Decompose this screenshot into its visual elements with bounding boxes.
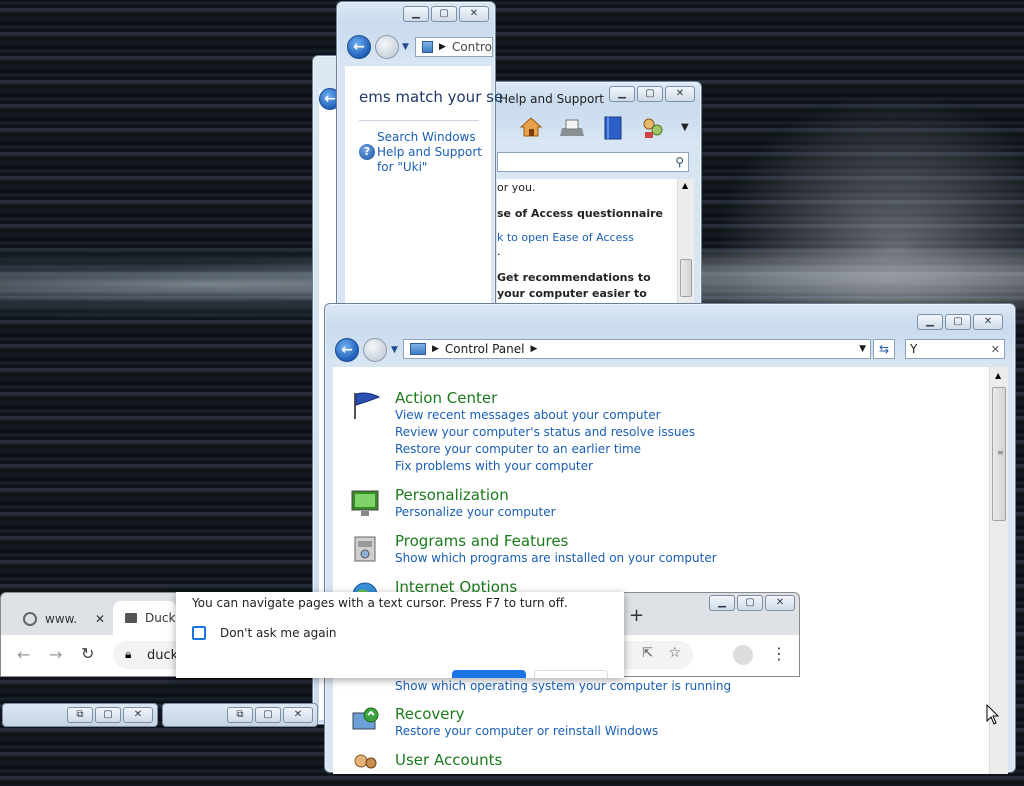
cancel-button[interactable] xyxy=(534,670,608,678)
minimized-window[interactable]: ⧉ ▢ ✕ xyxy=(2,703,158,727)
user-accounts-icon xyxy=(349,751,381,783)
reload-icon[interactable]: ↻ xyxy=(81,644,94,663)
chevron-down-icon[interactable]: ▼ xyxy=(391,345,398,355)
new-tab-button[interactable]: + xyxy=(629,605,644,626)
address-bar[interactable]: ▶ Control Panel ▶ ▼ xyxy=(403,339,871,359)
action-center-link[interactable]: Restore your computer to an earlier time xyxy=(395,441,695,458)
star-icon[interactable]: ☆ xyxy=(668,645,681,661)
restore-button[interactable]: ⧉ xyxy=(227,707,253,723)
ok-button[interactable] xyxy=(452,670,526,678)
action-center-icon xyxy=(349,389,381,421)
address-bar[interactable]: ▶ Contro xyxy=(415,37,493,57)
clear-search-icon[interactable]: ✕ xyxy=(991,343,1000,356)
control-panel-icon xyxy=(422,41,434,53)
programs-icon xyxy=(349,533,381,565)
caption-buttons: ⧉ ▢ ✕ xyxy=(225,707,313,723)
forward-button[interactable] xyxy=(375,35,399,59)
back-button[interactable]: ← xyxy=(347,35,371,59)
category-action-center: Action Center View recent messages about… xyxy=(395,389,695,475)
close-button[interactable]: ✕ xyxy=(459,6,489,22)
forward-arrow-icon[interactable]: → xyxy=(49,645,62,664)
maximize-button[interactable]: ▢ xyxy=(255,707,281,723)
lock-icon: 🔒︎ xyxy=(125,647,132,661)
chevron-down-icon[interactable]: ▼ xyxy=(402,42,409,52)
action-center-link[interactable]: View recent messages about your computer xyxy=(395,407,695,424)
minimize-button[interactable]: ▁ xyxy=(917,314,943,330)
help-scrollbar[interactable]: ▲ xyxy=(677,179,694,304)
restore-button[interactable]: ⧉ xyxy=(67,707,93,723)
close-button[interactable]: ✕ xyxy=(973,314,1003,330)
minimized-window[interactable]: ⧉ ▢ ✕ xyxy=(162,703,318,727)
minimize-button[interactable]: ▁ xyxy=(403,6,429,22)
mouse-cursor-icon xyxy=(986,703,1000,726)
chevron-down-icon[interactable]: ▼ xyxy=(681,122,689,133)
control-panel-icon xyxy=(410,343,426,355)
caption-buttons: ▁ ▢ ✕ xyxy=(607,86,695,102)
search-results-content: ems match your se ? Search Windows Help … xyxy=(345,66,503,312)
dont-ask-label[interactable]: Don't ask me again xyxy=(220,626,337,640)
category-personalization: Personalization Personalize your compute… xyxy=(395,486,556,519)
category-user-accounts: User Accounts xyxy=(395,751,503,769)
category-system: Show which operating system your compute… xyxy=(395,679,732,693)
close-button[interactable]: ✕ xyxy=(665,86,695,102)
dialog-message: You can navigate pages with a text curso… xyxy=(192,596,568,610)
search-results-window[interactable]: ▁ ▢ ✕ ← ▼ ▶ Contro ems match your se ? S… xyxy=(336,1,503,312)
book-icon[interactable] xyxy=(603,116,623,140)
tab-2[interactable]: Duck xyxy=(113,601,177,635)
close-button[interactable]: ✕ xyxy=(283,707,313,723)
minimize-button[interactable]: ▁ xyxy=(609,86,635,102)
tab-1[interactable]: www. ✕ xyxy=(7,603,111,635)
share-icon[interactable]: ⇱ xyxy=(642,646,653,661)
maximize-button[interactable]: ▢ xyxy=(945,314,971,330)
caption-buttons: ▁ ▢ ✕ xyxy=(915,314,1003,330)
dont-ask-checkbox[interactable] xyxy=(192,626,206,640)
menu-icon[interactable]: ⋮ xyxy=(771,644,787,663)
close-button[interactable]: ✕ xyxy=(765,595,795,611)
breadcrumb[interactable]: Control Panel xyxy=(445,342,525,356)
maximize-button[interactable]: ▢ xyxy=(95,707,121,723)
back-arrow-icon[interactable]: ← xyxy=(17,645,30,664)
caption-buttons: ⧉ ▢ ✕ xyxy=(65,707,153,723)
caption-buttons: ▁ ▢ ✕ xyxy=(401,6,489,22)
search-input[interactable]: Y ✕ xyxy=(905,339,1005,359)
folder-icon xyxy=(125,613,137,623)
help-search-input[interactable]: ⚲ xyxy=(497,152,689,172)
action-center-link[interactable]: Fix problems with your computer xyxy=(395,458,695,475)
help-title: Help and Support xyxy=(499,92,604,106)
help-icon: ? xyxy=(359,144,375,160)
search-help-link[interactable]: Search Windows Help and Support for "Uki… xyxy=(377,130,482,175)
recovery-icon xyxy=(349,705,381,737)
search-icon[interactable]: ⚲ xyxy=(675,155,684,169)
maximize-button[interactable]: ▢ xyxy=(431,6,457,22)
caret-browsing-dialog: You can navigate pages with a text curso… xyxy=(176,592,624,678)
close-tab-icon[interactable]: ✕ xyxy=(95,612,105,626)
category-programs: Programs and Features Show which program… xyxy=(395,532,717,565)
category-recovery: Recovery Restore your computer or reinst… xyxy=(395,705,659,738)
personalization-icon xyxy=(349,487,381,519)
control-panel-content: Action Center View recent messages about… xyxy=(333,367,997,774)
control-panel-window[interactable]: ▁ ▢ ✕ ← ▼ ▶ Control Panel ▶ ▼ ⇆ Y ✕ Acti… xyxy=(324,303,1016,774)
maximize-button[interactable]: ▢ xyxy=(637,86,663,102)
minimize-button[interactable]: ▁ xyxy=(709,595,735,611)
forward-button[interactable] xyxy=(363,338,387,362)
caption-buttons: ▁ ▢ ✕ xyxy=(707,595,795,611)
open-ease-link[interactable]: k to open Ease of Access xyxy=(497,231,634,244)
maximize-button[interactable]: ▢ xyxy=(737,595,763,611)
help-support-window[interactable]: Help and Support ▁ ▢ ✕ ▼ ⚲ or you. se of… xyxy=(470,81,702,311)
back-button[interactable]: ← xyxy=(335,338,359,362)
home-icon[interactable] xyxy=(519,116,543,138)
refresh-button[interactable]: ⇆ xyxy=(873,339,895,359)
action-center-link[interactable]: Review your computer's status and resolv… xyxy=(395,424,695,441)
address-dropdown[interactable]: ▼ xyxy=(859,344,866,354)
close-button[interactable]: ✕ xyxy=(123,707,153,723)
ask-icon[interactable] xyxy=(641,116,665,140)
globe-icon xyxy=(23,612,37,626)
avatar[interactable] xyxy=(733,645,753,665)
action-center-title[interactable]: Action Center xyxy=(395,389,695,407)
help-content: or you. se of Access questionnaire k to … xyxy=(497,179,677,304)
print-icon[interactable] xyxy=(559,118,585,138)
wallpaper-glow xyxy=(700,80,1024,320)
